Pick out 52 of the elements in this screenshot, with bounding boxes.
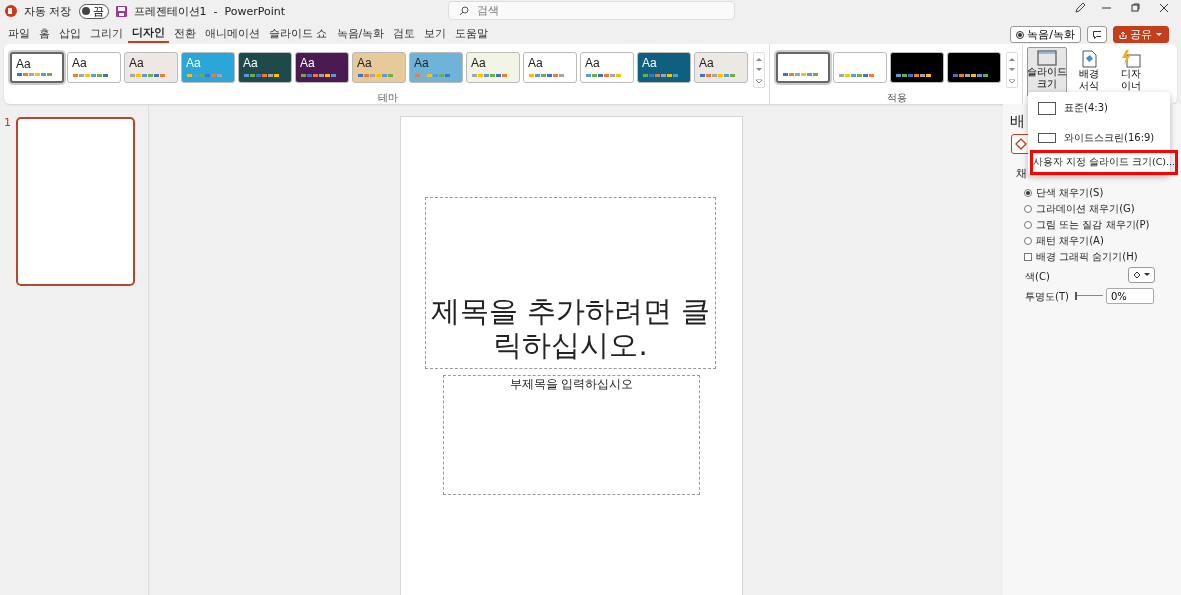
ribbon-tab[interactable]: 홈 <box>35 23 54 43</box>
transparency-field[interactable]: 0% <box>1106 288 1154 304</box>
theme-thumbnail[interactable]: Aa <box>124 52 178 83</box>
theme-thumbnail[interactable]: Aa <box>523 52 577 83</box>
theme-thumbnail[interactable]: Aa <box>580 52 634 83</box>
ribbon-tab[interactable]: 보기 <box>420 23 451 43</box>
group-label: 적용 <box>887 91 907 105</box>
search-field[interactable]: 검색 <box>448 1 735 20</box>
ribbon-tab[interactable]: 검토 <box>389 23 420 43</box>
group-label: 테마 <box>377 91 398 105</box>
radio-option[interactable]: 그림 또는 질감 채우기(P) <box>1024 218 1150 232</box>
ribbon-tab[interactable]: 파일 <box>4 23 34 43</box>
menu-item[interactable]: 와이드스크린(16:9) <box>1028 127 1170 149</box>
theme-thumbnail[interactable]: Aa <box>67 52 121 83</box>
theme-thumbnail[interactable]: Aa <box>694 52 748 83</box>
theme-thumbnail[interactable]: Aa <box>238 52 292 83</box>
transparency-label: 투명도(T) <box>1025 290 1069 304</box>
ribbon-tab[interactable]: 녹음/녹화 <box>332 23 389 43</box>
autosave-toggle[interactable]: 끔 <box>78 3 109 19</box>
ribbon-tab[interactable]: 그리기 <box>86 23 127 43</box>
ribbon-tab[interactable]: 슬라이드 쇼 <box>265 23 332 43</box>
ribbon-tab[interactable]: 도움말 <box>451 23 493 43</box>
title-placeholder[interactable]: 제목을 추가하려면 클릭하십시오. <box>425 197 716 369</box>
designer-button[interactable]: 디자 이너 <box>1111 47 1151 97</box>
share-button[interactable]: 공유 <box>1113 26 1169 43</box>
theme-thumbnail[interactable]: Aa <box>637 52 691 83</box>
subtitle-placeholder[interactable]: 부제목을 입력하십시오 <box>443 375 700 495</box>
section-heading: 채 <box>1016 166 1027 181</box>
menu-item[interactable]: 사용자 지정 슬라이드 크기(C)... <box>1030 150 1178 175</box>
theme-thumbnail[interactable]: Aa <box>466 52 520 83</box>
window-title: 프레젠테이션1 - PowerPoint <box>133 3 286 19</box>
ribbon-tab[interactable]: 삽입 <box>55 23 85 43</box>
slide-number: 1 <box>4 116 11 129</box>
title-text: 제목을 추가하려면 클릭하십시오. <box>429 295 712 362</box>
menu-item[interactable]: 표준(4:3) <box>1028 97 1170 119</box>
radio-option[interactable]: 단색 채우기(S) <box>1024 186 1150 200</box>
theme-thumbnail[interactable]: Aa <box>409 52 463 83</box>
checkbox-option[interactable]: 배경 그래픽 숨기기(H) <box>1024 250 1150 264</box>
pane-title: 배 <box>1010 112 1025 131</box>
slide-size-button[interactable]: 슬라이드 크기 <box>1027 47 1067 97</box>
radio-option[interactable]: 패턴 채우기(A) <box>1024 234 1150 248</box>
theme-thumbnail[interactable]: Aa <box>352 52 406 83</box>
autosave-label: 자동 저장 <box>24 3 72 19</box>
ribbon-tab[interactable]: 애니메이션 <box>201 23 264 43</box>
subtitle-text: 부제목을 입력하십시오 <box>509 376 634 393</box>
radio-option[interactable]: 그라데이션 채우기(G) <box>1024 202 1150 216</box>
background-button[interactable]: 배경 서식 <box>1069 47 1109 97</box>
ribbon-tab[interactable]: 전환 <box>170 23 200 43</box>
record-button[interactable]: 녹음/녹화 <box>1010 26 1081 43</box>
theme-thumbnail[interactable]: Aa <box>295 52 349 83</box>
color-label: 색(C) <box>1025 270 1050 284</box>
theme-thumbnail[interactable]: Aa <box>10 52 64 83</box>
